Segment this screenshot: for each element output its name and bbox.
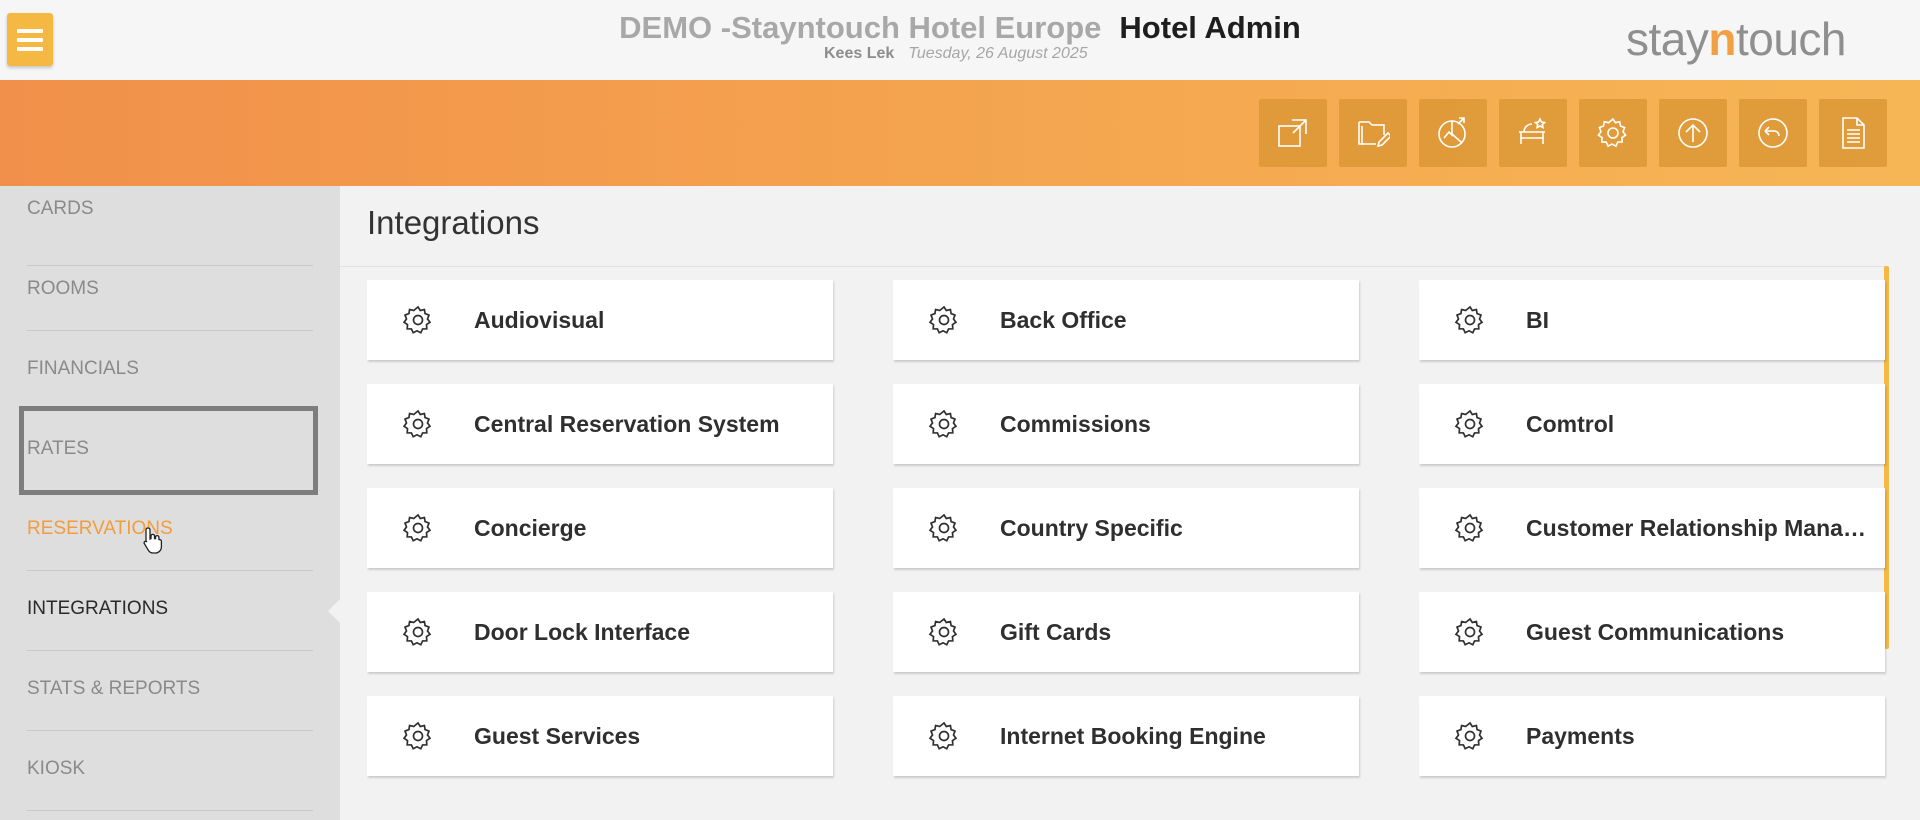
integration-card[interactable]: Central Reservation System	[367, 384, 833, 464]
gear-icon	[402, 305, 432, 334]
header-subline: Kees Lek Tuesday, 26 August 2025	[824, 45, 1088, 63]
integration-card-label: Guest Services	[474, 723, 641, 749]
gear-icon	[928, 617, 958, 646]
integration-card-label: Gift Cards	[1000, 619, 1112, 645]
hand-cursor-icon	[143, 527, 163, 554]
toolbar-band	[0, 80, 1920, 186]
history-icon	[1758, 118, 1788, 148]
folder-edit-icon	[1358, 121, 1390, 148]
integration-card-label: Country Specific	[1000, 515, 1183, 541]
sidebar-item-label: CARDS	[27, 198, 94, 219]
top-bar: DEMO -Stayntouch Hotel Europe Hotel Admin…	[0, 0, 1920, 80]
page-title: Integrations	[367, 204, 540, 241]
integration-card[interactable]: Commissions	[893, 384, 1359, 464]
sidebar-item-kiosk[interactable]: KIOSK	[27, 731, 313, 811]
chart-upload-icon	[1438, 117, 1466, 148]
settings-icon	[1597, 117, 1627, 148]
sidebar-item-label: INTEGRATIONS	[27, 598, 169, 619]
integration-card-label: Guest Communications	[1526, 619, 1785, 645]
focus-highlight-box	[19, 406, 318, 495]
document-button[interactable]	[1819, 99, 1887, 167]
integration-card-label: Internet Booking Engine	[1000, 723, 1266, 749]
settings-button[interactable]	[1579, 99, 1647, 167]
title-divider	[340, 266, 1888, 267]
integration-card-label: Comtrol	[1526, 411, 1615, 437]
integration-card[interactable]: Comtrol	[1419, 384, 1885, 464]
open-external-icon	[1278, 119, 1307, 147]
gear-icon	[1454, 305, 1484, 334]
gear-icon	[928, 305, 958, 334]
integration-card-label: Payments	[1526, 723, 1635, 749]
gear-icon	[1454, 513, 1484, 542]
gear-icon	[928, 721, 958, 750]
gear-icon	[928, 513, 958, 542]
integration-card[interactable]: Customer Relationship Manag…	[1419, 488, 1885, 568]
room-service-icon	[1519, 117, 1547, 144]
gear-icon	[1454, 721, 1484, 750]
integration-card[interactable]: BI	[1419, 280, 1885, 360]
hotel-name: DEMO -Stayntouch Hotel Europe	[619, 10, 1102, 45]
sidebar-item-label: STATS & REPORTS	[27, 678, 201, 699]
menu-bar-icon	[17, 47, 43, 51]
gear-icon	[402, 721, 432, 750]
gear-icon	[402, 409, 432, 438]
stayntouch-logo: stayntouch	[1626, 13, 1847, 65]
section-title: Hotel Admin	[1119, 10, 1301, 45]
sidebar-item-label: ROOMS	[27, 278, 99, 299]
gear-icon	[402, 617, 432, 646]
room-service-button[interactable]	[1499, 99, 1567, 167]
integration-card-label: Commissions	[1000, 411, 1151, 437]
integration-card[interactable]: Back Office	[893, 280, 1359, 360]
document-icon	[1842, 117, 1865, 149]
sidebar-item-integrations[interactable]: INTEGRATIONS	[27, 571, 313, 651]
folder-edit-button[interactable]	[1339, 99, 1407, 167]
gear-icon	[402, 513, 432, 542]
sidebar-item-financials[interactable]: FINANCIALS	[27, 331, 313, 411]
upload-icon	[1678, 118, 1708, 148]
gear-icon	[1454, 617, 1484, 646]
integration-card[interactable]: Country Specific	[893, 488, 1359, 568]
main-content: Integrations Audiovisual Back Office BI Cen…	[340, 186, 1920, 820]
integration-card-label: Customer Relationship Manag…	[1526, 515, 1876, 541]
sidebar-item-rooms[interactable]: ROOMS	[27, 251, 313, 331]
history-button[interactable]	[1739, 99, 1807, 167]
integration-card-label: Audiovisual	[474, 307, 605, 333]
sidebar-item-label: KIOSK	[27, 758, 86, 779]
chart-upload-button[interactable]	[1419, 99, 1487, 167]
integration-card[interactable]: Payments	[1419, 696, 1885, 776]
integration-card-label: Central Reservation System	[474, 411, 780, 437]
integration-card-label: Door Lock Interface	[474, 619, 690, 645]
sidebar-item-reservations[interactable]: RESERVATIONS	[27, 491, 313, 571]
integration-card[interactable]: Internet Booking Engine	[893, 696, 1359, 776]
gear-icon	[928, 409, 958, 438]
sidebar-item-stats-reports[interactable]: STATS & REPORTS	[27, 651, 313, 731]
upload-button[interactable]	[1659, 99, 1727, 167]
integration-card[interactable]: Door Lock Interface	[367, 592, 833, 672]
sidebar-item-label: FINANCIALS	[27, 358, 139, 379]
user-name: Kees Lek	[824, 45, 895, 62]
integration-card-label: Back Office	[1000, 307, 1127, 333]
integration-card[interactable]: Audiovisual	[367, 280, 833, 360]
integration-card[interactable]: Concierge	[367, 488, 833, 568]
integration-card-label: Concierge	[474, 515, 587, 541]
integration-card-label: BI	[1526, 307, 1549, 333]
open-external-button[interactable]	[1259, 99, 1327, 167]
gear-icon	[1454, 409, 1484, 438]
integration-card[interactable]: Guest Communications	[1419, 592, 1885, 672]
integration-card[interactable]: Gift Cards	[893, 592, 1359, 672]
current-date: Tuesday, 26 August 2025	[908, 45, 1088, 62]
integration-card[interactable]: Guest Services	[367, 696, 833, 776]
